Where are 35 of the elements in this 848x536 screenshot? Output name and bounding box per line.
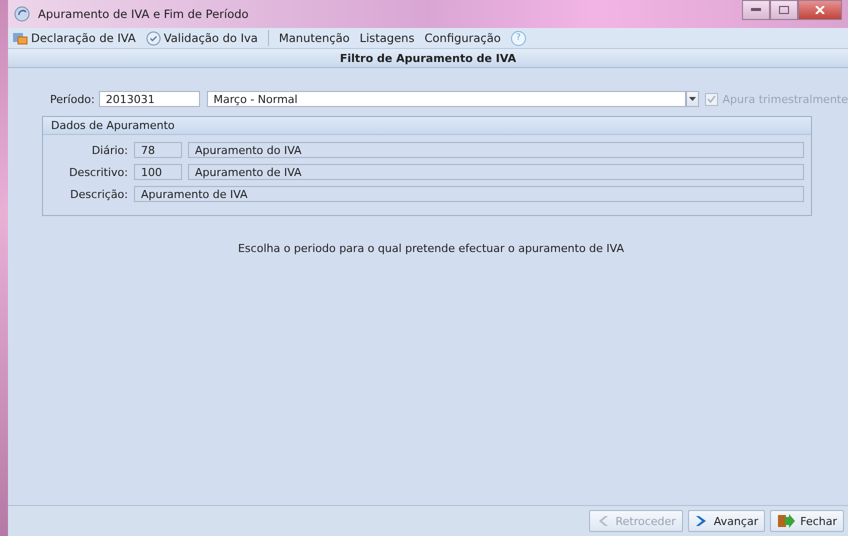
close-window-button[interactable] xyxy=(798,0,842,20)
maximize-button[interactable] xyxy=(770,0,798,20)
text-field[interactable]: Apuramento do IVA xyxy=(188,142,804,158)
window-title: Apuramento de IVA e Fim de Período xyxy=(38,7,249,21)
field-label: Descrição: xyxy=(69,188,128,200)
field-label: Descritivo: xyxy=(68,166,128,178)
period-dropdown[interactable]: Março - Normal xyxy=(206,91,686,107)
text-field[interactable]: Apuramento de IVA xyxy=(134,186,804,202)
instruction-text: Escolha o periodo para o qual pretende efectuar o apuramento de IVA xyxy=(236,242,626,255)
menu-item[interactable]: Validação do Iva xyxy=(146,30,258,46)
close-button[interactable]: Fechar xyxy=(770,510,844,532)
menu-item[interactable]: Configuração xyxy=(424,31,501,45)
text-field[interactable]: Apuramento de IVA xyxy=(188,164,804,180)
maximize-icon xyxy=(779,6,789,14)
app-logo-icon xyxy=(14,6,30,22)
field-label: Período: xyxy=(50,92,95,106)
next-button[interactable]: Avançar xyxy=(688,510,766,532)
caret-icon xyxy=(689,97,696,101)
menu-item[interactable]: Declaração de IVA xyxy=(12,31,136,45)
minimize-icon xyxy=(751,8,761,12)
code-field[interactable]: 100 xyxy=(134,164,182,180)
check-circle-icon xyxy=(146,30,161,46)
minimize-button[interactable] xyxy=(742,0,770,20)
door-exit-icon xyxy=(777,514,796,528)
group-title: Dados de Apuramento xyxy=(43,117,811,135)
field-label: Diário: xyxy=(90,144,128,156)
code-field[interactable]: 78 xyxy=(134,142,182,158)
menu-item[interactable]: Manutenção xyxy=(278,31,350,45)
menu-item[interactable]: Listagens xyxy=(360,31,414,45)
close-icon xyxy=(815,6,825,14)
checkmark-icon xyxy=(707,95,716,103)
folder-icon xyxy=(12,31,28,45)
dropdown-button[interactable] xyxy=(686,91,700,107)
period-code-field[interactable]: 2013031 xyxy=(98,91,200,107)
section-header: Filtro de Apuramento de IVA xyxy=(8,49,848,68)
